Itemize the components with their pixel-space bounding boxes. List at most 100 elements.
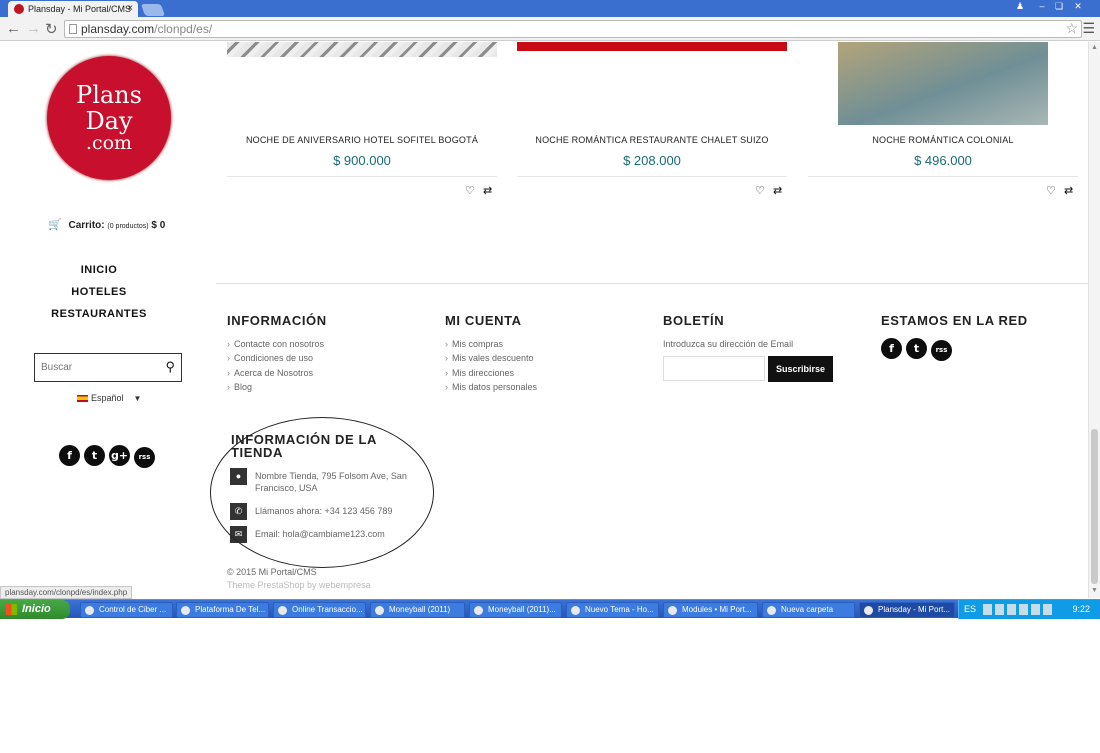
favicon-icon: [14, 4, 24, 14]
taskbar-item[interactable]: Online Transaccio...: [273, 602, 366, 618]
folder-icon: [767, 606, 776, 615]
taskbar-item[interactable]: Plataforma De Tel...: [176, 602, 269, 618]
scroll-down-icon[interactable]: ▼: [1091, 587, 1098, 594]
twitter-icon[interactable]: t: [906, 338, 927, 359]
scrollbar-thumb[interactable]: [1091, 429, 1098, 584]
compare-icon[interactable]: ⇄: [483, 184, 492, 197]
facebook-icon[interactable]: f: [59, 445, 80, 466]
newsletter-hint: Introduzca su dirección de Email: [663, 339, 794, 349]
browser-toolbar: ← → ↻ plansday.com/clonpd/es/ ☆ ☰: [0, 17, 1100, 41]
heart-icon[interactable]: ♡: [1046, 184, 1056, 197]
browser-tab[interactable]: Plansday - Mi Portal/CMS ×: [8, 1, 138, 17]
shopping-cart-icon: 🛒: [48, 219, 62, 231]
nav-item-inicio[interactable]: INICIO: [34, 264, 164, 286]
site-logo[interactable]: Plans Day .com: [47, 56, 171, 180]
minimize-icon[interactable]: –: [1035, 1, 1049, 11]
taskbar-item[interactable]: Modules • Mi Port...: [663, 602, 758, 618]
compare-icon[interactable]: ⇄: [1064, 184, 1073, 197]
input-language[interactable]: ES: [964, 600, 976, 619]
taskbar-item[interactable]: Nueva carpeta: [762, 602, 855, 618]
product-image[interactable]: [838, 42, 1048, 125]
browser-menu-icon[interactable]: ☰: [1082, 20, 1095, 37]
restore-icon[interactable]: ❏: [1052, 1, 1066, 12]
google-plus-icon[interactable]: g+: [109, 445, 130, 466]
nav-item-restaurantes[interactable]: RESTAURANTES: [34, 308, 164, 330]
sidebar-social-links: f t g+ rss: [59, 445, 159, 468]
footer-info-title: INFORMACIÓN: [227, 313, 327, 328]
theme-credit[interactable]: Theme PrestaShop by webempresa: [227, 580, 371, 590]
address-bar[interactable]: plansday.com/clonpd/es/ ☆: [64, 20, 1082, 38]
heart-icon[interactable]: ♡: [465, 184, 475, 197]
subscribe-button[interactable]: Suscribirse: [768, 356, 833, 382]
footer-social-links: f t rss: [881, 338, 956, 361]
close-tab-icon[interactable]: ×: [127, 1, 133, 17]
product-divider: [227, 176, 497, 177]
user-icon[interactable]: ♟: [1013, 1, 1027, 12]
product-name[interactable]: NOCHE ROMÁNTICA RESTAURANTE CHALET SUIZO: [517, 135, 787, 145]
page-scrollbar[interactable]: ▲ ▼: [1088, 42, 1100, 598]
taskbar-item[interactable]: Nuevo Tema - Ho...: [566, 602, 659, 618]
tab-title: Plansday - Mi Portal/CMS: [28, 4, 132, 14]
cart-total: $ 0: [151, 220, 166, 231]
app-icon: [474, 606, 483, 615]
forward-icon[interactable]: →: [26, 20, 41, 37]
reload-icon[interactable]: ↻: [45, 20, 58, 38]
product-image[interactable]: [227, 42, 497, 57]
nav-item-hoteles[interactable]: HOTELES: [34, 286, 164, 308]
footer-link[interactable]: Condiciones de uso: [227, 353, 313, 363]
footer-link[interactable]: Mis vales descuento: [445, 353, 534, 363]
footer-link[interactable]: Mis datos personales: [445, 382, 537, 392]
footer-link[interactable]: Blog: [227, 382, 252, 392]
taskbar-item[interactable]: Moneyball (2011)...: [469, 602, 562, 618]
facebook-icon[interactable]: f: [881, 338, 902, 359]
cart-summary[interactable]: 🛒 Carrito: (0 productos) $ 0: [48, 218, 165, 231]
footer-link[interactable]: Mis compras: [445, 339, 503, 349]
tray-icons[interactable]: [983, 604, 1053, 615]
product-divider: [808, 176, 1078, 177]
footer-link[interactable]: Mis direcciones: [445, 368, 514, 378]
newsletter-email-input[interactable]: [663, 356, 765, 381]
windows-taskbar: Inicio Control de Ciber ... Plataforma D…: [0, 599, 1100, 619]
clock[interactable]: 9:22: [1072, 600, 1090, 619]
system-tray: ES 9:22: [958, 600, 1100, 619]
page-icon: [69, 24, 77, 34]
app-icon: [181, 606, 190, 615]
scroll-up-icon[interactable]: ▲: [1091, 44, 1098, 51]
taskbar-item-label: Modules • Mi Port...: [682, 605, 752, 614]
compare-icon[interactable]: ⇄: [773, 184, 782, 197]
taskbar-item-label: Control de Ciber ...: [99, 605, 167, 614]
chrome-icon: [864, 606, 873, 615]
new-tab-button[interactable]: [140, 4, 166, 16]
product-image[interactable]: [517, 42, 787, 51]
product-divider: [517, 176, 787, 177]
footer-link[interactable]: Acerca de Nosotros: [227, 368, 313, 378]
heart-icon[interactable]: ♡: [755, 184, 765, 197]
twitter-icon[interactable]: t: [84, 445, 105, 466]
search-icon[interactable]: ⚲: [165, 359, 175, 375]
language-selector[interactable]: Español ▼: [77, 393, 141, 403]
main-navigation: INICIO HOTELES RESTAURANTES: [34, 264, 164, 330]
app-icon: [278, 606, 287, 615]
taskbar-item-active[interactable]: Plansday - Mi Port...: [859, 602, 955, 618]
footer-newsletter-title: BOLETÍN: [663, 313, 725, 328]
product-name[interactable]: NOCHE ROMÁNTICA COLONIAL: [808, 135, 1078, 145]
url-host: plansday.com: [81, 22, 155, 36]
footer-network-title: ESTAMOS EN LA RED: [881, 313, 1028, 328]
taskbar-item-label: Nueva carpeta: [781, 605, 834, 614]
folder-icon: [375, 606, 384, 615]
back-icon[interactable]: ←: [6, 20, 21, 37]
search-input[interactable]: [36, 355, 154, 380]
taskbar-item[interactable]: Control de Ciber ...: [80, 602, 173, 618]
close-window-icon[interactable]: ✕: [1071, 1, 1085, 12]
rss-icon[interactable]: rss: [134, 447, 155, 468]
start-button[interactable]: Inicio: [0, 600, 70, 619]
footer-link[interactable]: Contacte con nosotros: [227, 339, 324, 349]
bookmark-star-icon[interactable]: ☆: [1065, 20, 1078, 36]
app-icon: [85, 606, 94, 615]
product-price: $ 496.000: [914, 153, 972, 168]
taskbar-item[interactable]: Moneyball (2011): [370, 602, 465, 618]
chevron-down-icon: ▼: [133, 394, 142, 403]
rss-icon[interactable]: rss: [931, 340, 952, 361]
taskbar-item-label: Plataforma De Tel...: [195, 605, 266, 614]
product-name[interactable]: NOCHE DE ANIVERSARIO HOTEL SOFITEL BOGOT…: [227, 135, 497, 145]
